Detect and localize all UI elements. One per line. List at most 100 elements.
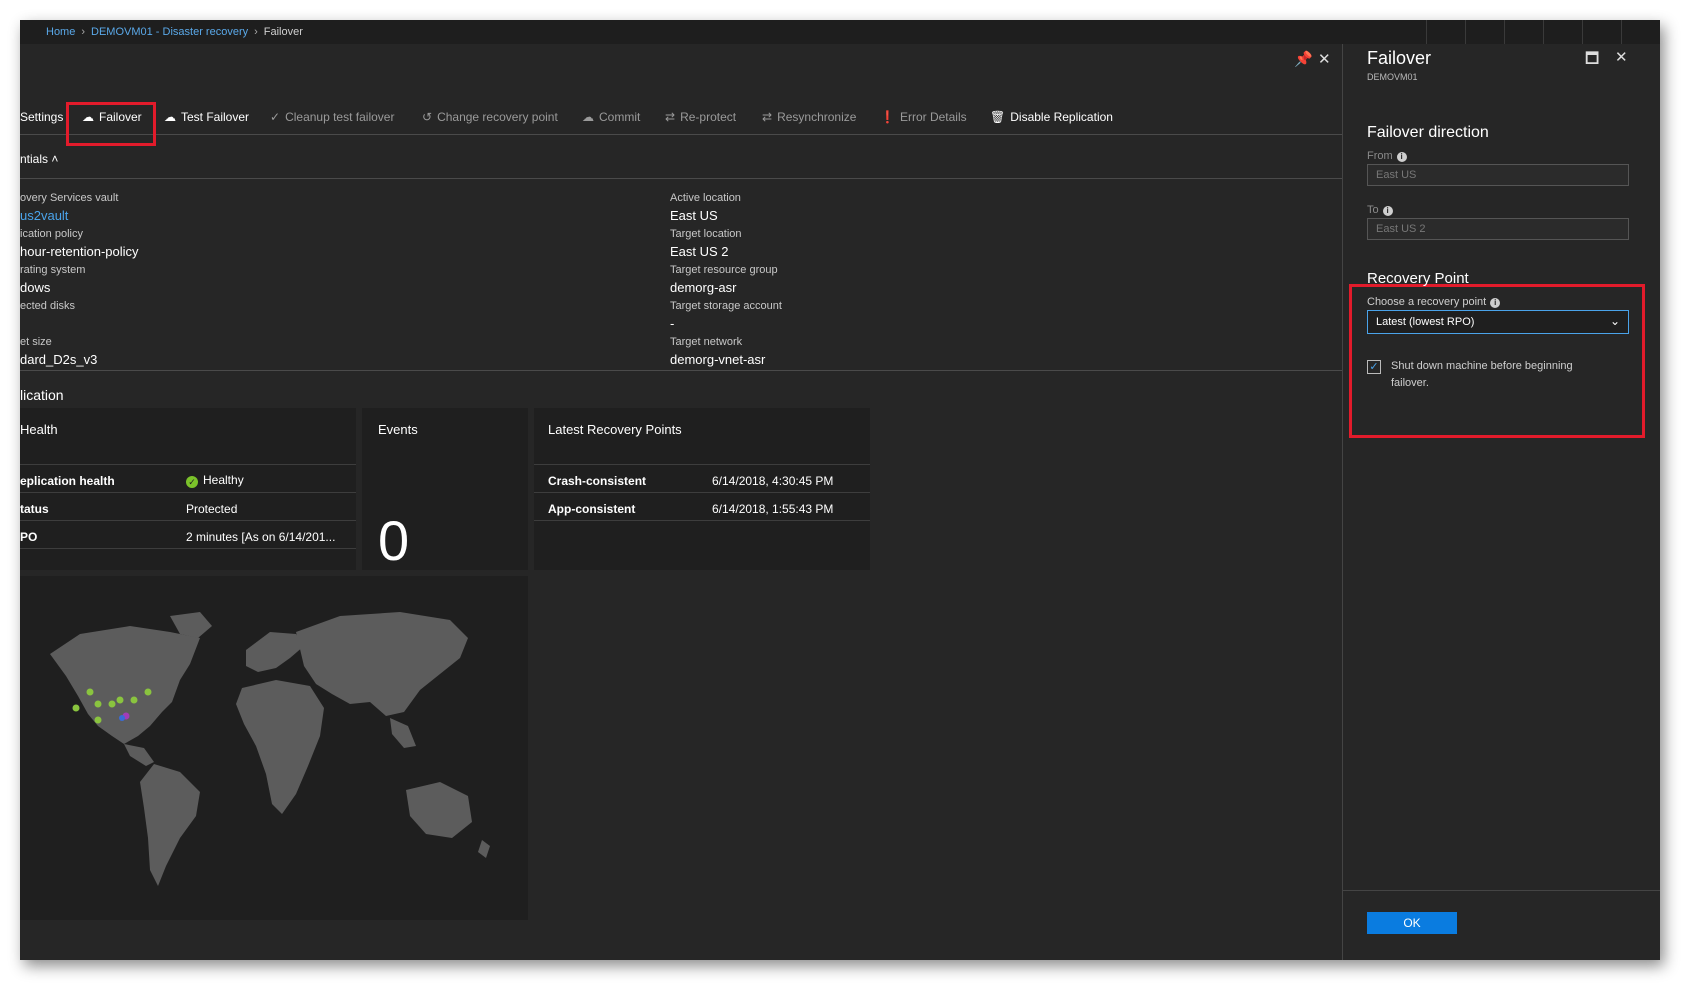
target-rg-value: demorg-asr [670, 280, 737, 295]
top-bar-slot[interactable] [1582, 20, 1621, 44]
essentials-toggle[interactable]: ntials ˄ [20, 152, 58, 166]
reprotect-icon: ⇄ [665, 110, 676, 124]
error-details-button[interactable]: ❗ Error Details [880, 110, 967, 124]
divider [20, 520, 356, 521]
failover-blade: Failover DEMOVM01 🗖 ✕ Failover direction… [1342, 44, 1660, 960]
central-america-shape [124, 744, 154, 766]
cleanup-test-failover-button[interactable]: ✓ Cleanup test failover [270, 110, 394, 124]
map-marker-icon[interactable] [94, 700, 102, 708]
map-marker-icon[interactable] [116, 696, 124, 704]
portal-window: Home › DEMOVM01 - Disaster recovery › Failov… [20, 20, 1660, 960]
disable-replication-button[interactable]: 🗑 Disable Replication [990, 110, 1113, 124]
change-recovery-point-button[interactable]: ↺ Change recovery point [422, 110, 558, 124]
target-storage-value: - [670, 316, 675, 331]
map-marker-target-icon[interactable] [119, 715, 125, 721]
target-network-value: demorg-vnet-asr [670, 352, 766, 367]
maximize-icon[interactable]: 🗖 [1585, 48, 1599, 73]
app-consistent-value: 6/14/2018, 1:55:43 PM [712, 502, 834, 516]
resync-label: Resynchronize [777, 110, 857, 124]
divider [20, 492, 356, 493]
close-icon[interactable]: ✕ [1318, 50, 1331, 68]
north-america-shape [50, 626, 200, 744]
commit-button[interactable]: ☁ Commit [582, 110, 640, 124]
replication-section-title: lication [20, 387, 64, 403]
map-marker-icon[interactable] [94, 716, 102, 724]
rpo-value: 2 minutes [As on 6/14/201... [186, 530, 336, 544]
top-bar-icons [1426, 20, 1660, 44]
breadcrumb-parent[interactable]: DEMOVM01 - Disaster recovery [91, 26, 248, 38]
size-value: dard_D2s_v3 [20, 352, 98, 367]
top-bar-slot[interactable] [1543, 20, 1582, 44]
settings-button[interactable]: Settings [20, 110, 63, 124]
info-icon[interactable]: i [1382, 206, 1393, 216]
map-marker-icon[interactable] [144, 688, 152, 696]
world-map [50, 612, 490, 886]
from-label-text: From [1367, 150, 1393, 162]
recovery-point-select[interactable]: Latest (lowest RPO) ⌄ [1367, 310, 1629, 334]
close-icon[interactable]: ✕ [1615, 48, 1628, 66]
info-icon[interactable]: i [1490, 298, 1501, 308]
policy-value: hour-retention-policy [20, 244, 139, 259]
replication-health-value: ✓ Healthy [186, 473, 244, 488]
chevron-down-icon: ⌄ [1609, 314, 1620, 328]
target-location-value: East US 2 [670, 244, 729, 259]
resynchronize-button[interactable]: ⇄ Resynchronize [762, 110, 856, 124]
target-storage-label: Target storage account [670, 300, 782, 312]
cleanup-label: Cleanup test failover [285, 110, 395, 124]
chevron-right-icon: › [254, 26, 258, 38]
vault-label: overy Services vault [20, 192, 119, 204]
main-blade: 📌 ✕ Settings ☁ Failover ☁ Test Failover ✓ C… [20, 44, 1342, 960]
healthy-text: Healthy [203, 473, 244, 487]
failover-highlight-box [66, 102, 156, 146]
rpo-label: PO [20, 530, 38, 544]
info-icon[interactable]: i [1396, 152, 1407, 162]
divider [534, 492, 870, 493]
map-marker-icon[interactable] [86, 688, 94, 696]
events-card-title: Events [378, 422, 418, 437]
world-map-card[interactable] [20, 576, 528, 920]
pin-icon[interactable]: 📌 [1294, 50, 1313, 68]
health-card[interactable]: Health eplication health ✓ Healthy tatus … [20, 408, 356, 570]
status-value: Protected [186, 502, 238, 516]
divider [1343, 890, 1660, 891]
to-label-text: To [1367, 204, 1379, 216]
asia-shape [296, 612, 468, 716]
essentials-label: ntials [20, 152, 49, 166]
healthy-check-icon: ✓ [186, 476, 198, 488]
top-bar-slot[interactable] [1504, 20, 1543, 44]
error-icon: ❗ [880, 110, 895, 124]
map-marker-icon[interactable] [130, 696, 138, 704]
recovery-point-selected: Latest (lowest RPO) [1376, 316, 1475, 328]
map-marker-icon[interactable] [108, 700, 116, 708]
reprotect-button[interactable]: ⇄ Re-protect [665, 110, 736, 124]
app-consistent-label: App-consistent [548, 502, 636, 516]
active-location-value: East US [670, 208, 718, 223]
top-bar-slot[interactable] [1426, 20, 1465, 44]
vault-link[interactable]: us2vault [20, 208, 68, 223]
shutdown-checkbox[interactable]: ✓ [1367, 360, 1381, 374]
top-bar-slot[interactable] [1465, 20, 1504, 44]
replication-health-label: eplication health [20, 474, 115, 488]
divider [20, 464, 356, 465]
health-card-title: Health [20, 422, 58, 437]
sync-arrows-icon: ⇄ [762, 110, 773, 124]
crash-consistent-label: Crash-consistent [548, 474, 647, 488]
test-failover-button[interactable]: ☁ Test Failover [164, 110, 249, 124]
divider [20, 370, 1342, 371]
command-toolbar: Settings ☁ Failover ☁ Test Failover ✓ Clean… [20, 100, 1342, 135]
recovery-points-card[interactable]: Latest Recovery Points Crash-consistent … [534, 408, 870, 570]
to-field: East US 2 [1367, 218, 1629, 240]
breadcrumb-home[interactable]: Home [46, 26, 75, 38]
cloud-check-icon: ☁ [582, 110, 594, 124]
australia-shape [406, 782, 472, 838]
side-title: Failover [1367, 48, 1432, 68]
target-location-label: Target location [670, 228, 742, 240]
southeast-asia-shape [390, 718, 416, 748]
ok-button[interactable]: OK [1367, 912, 1457, 934]
map-marker-icon[interactable] [72, 704, 80, 712]
test-failover-label: Test Failover [181, 110, 250, 124]
top-bar-slot[interactable] [1621, 20, 1660, 44]
disable-replication-label: Disable Replication [1010, 110, 1113, 124]
events-card[interactable]: Events 0 [362, 408, 528, 572]
rp-label-text: Choose a recovery point [1367, 296, 1487, 308]
